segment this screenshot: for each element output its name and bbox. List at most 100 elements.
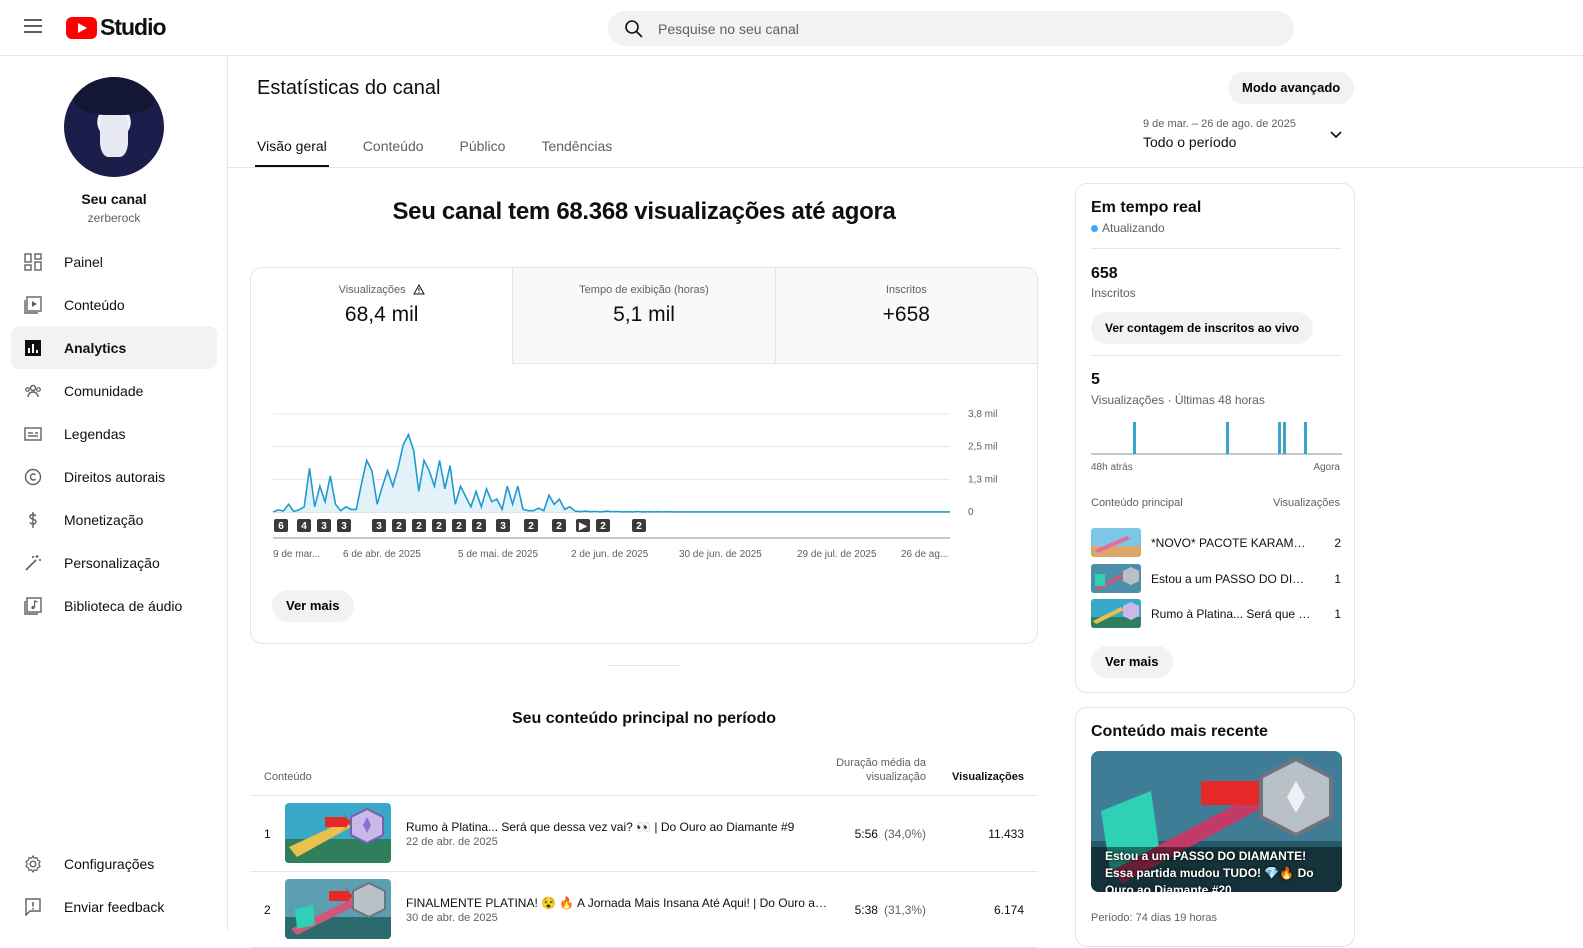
copyright-icon [23,467,43,487]
metric-views[interactable]: Visualizações 68,4 mil [251,268,513,364]
period-selector[interactable]: 9 de mar. – 26 de ago. de 2025 Todo o pe… [1143,118,1343,150]
sidebar-item-label: Comunidade [64,382,144,399]
x-tick-label: 9 de mar... [273,549,320,560]
duration-value: 5:56 [854,827,878,841]
chart-marker-label: 2 [528,521,534,532]
col-duration-header[interactable]: Duração média da visualização [826,756,926,784]
views-value: 11.433 [988,827,1024,841]
sidebar-item-painel[interactable]: Painel [11,240,217,283]
tab-conteudo[interactable]: Conteúdo [363,130,424,168]
dollar-icon [23,510,43,530]
sidebar-item-enviar-feedback[interactable]: Enviar feedback [11,885,217,928]
overview-card: Visualizações 68,4 mil Tempo de exibição… [250,267,1038,644]
video-thumbnail[interactable] [285,879,391,939]
chart-marker-label: 2 [476,521,482,532]
sidebar-item-comunidade[interactable]: Comunidade [11,369,217,412]
sidebar-item-biblioteca-de-audio[interactable]: Biblioteca de áudio [11,584,217,627]
sidebar-item-label: Direitos autorais [64,468,166,485]
y-tick-label: 0 [968,507,974,518]
tab-visao-geral[interactable]: Visão geral [255,130,329,168]
channel-handle: zerberock [87,211,141,225]
content-icon [23,295,43,315]
sidebar-item-personalizacao[interactable]: Personalização [11,541,217,584]
sidebar-item-analytics[interactable]: Analytics [11,326,217,369]
overview-headline: Seu canal tem 68.368 visualizações até a… [392,198,896,225]
recent-video-thumbnail[interactable]: Estou a um PASSO DO DIAMANTE! Essa parti… [1091,751,1342,892]
search-icon [625,20,643,38]
realtime-bar [1133,422,1136,454]
chart-marker-label: 2 [456,521,462,532]
x-tick-label: 29 de jul. de 2025 [797,549,877,560]
tab-tendencias[interactable]: Tendências [541,130,612,168]
period-range: 9 de mar. – 26 de ago. de 2025 [1143,118,1296,130]
search-input[interactable] [658,11,1258,46]
search-bar[interactable] [608,11,1294,46]
advanced-mode-button[interactable]: Modo avançado [1228,72,1355,104]
dashboard-icon [23,252,43,272]
sidebar-item-label: Analytics [64,339,127,356]
sidebar-item-label: Legendas [64,425,126,442]
list-item[interactable]: Rumo à Platina... Será que dessa vez vai… [1091,599,1341,629]
live-subscriber-count-button[interactable]: Ver contagem de inscritos ao vivo [1091,312,1314,344]
x-tick-label: 26 de ag... [901,549,948,560]
views-chart[interactable]: 01,3 mil2,5 mil3,8 mil6 4 3 3 3 2 2 2 2 2 3 2 2 ▶ 2 29 … [251,364,1038,574]
sidebar-item-monetizacao[interactable]: Monetização [11,498,217,541]
axis-start-label: 48h atrás [1091,462,1133,473]
channel-avatar[interactable] [64,77,164,177]
page-title: Estatísticas do canal [257,77,441,99]
metric-label: Visualizações [338,284,406,296]
see-more-button[interactable]: Ver mais [1091,646,1173,678]
table-row[interactable]: 2 FINALMENTE PLATINA! 😵 🔥 A Jornada Mais… [250,872,1038,948]
realtime-views-value: 5 [1091,371,1100,388]
avg-duration: 5:38 (31,3%) [855,903,926,917]
header-divider [228,167,1583,168]
metrics-row: Visualizações 68,4 mil Tempo de exibição… [251,268,1037,364]
video-date: 30 de abr. de 2025 [406,912,498,924]
video-thumbnail[interactable] [285,803,391,863]
list-item[interactable]: Estou a um PASSO DO DIAMANTE! 1 [1091,564,1341,594]
chart-marker-label: 2 [416,521,422,532]
studio-logo[interactable]: Studio [66,14,167,41]
video-title[interactable]: FINALMENTE PLATINA! 😵 🔥 A Jornada Mais I… [406,896,831,910]
sidebar-item-conteudo[interactable]: Conteúdo [11,283,217,326]
sidebar-item-legendas[interactable]: Legendas [11,412,217,455]
realtime-bar-chart[interactable] [1091,418,1342,456]
sidebar-item-label: Biblioteca de áudio [64,597,183,614]
video-title[interactable]: Rumo à Platina... Será que dessa vez vai… [406,820,831,834]
list-item[interactable]: *NOVO* PACOTE KARAMBIT DO VALORANT 2 [1091,528,1341,558]
realtime-subs-label: Inscritos [1091,286,1136,300]
table-row[interactable]: 1 Rumo à Platina... Será que dessa vez v… [250,796,1038,872]
sidebar-item-configuracoes[interactable]: Configurações [11,842,217,885]
community-icon [23,381,43,401]
menu-icon[interactable] [24,19,42,33]
sidebar-item-label: Enviar feedback [64,898,165,915]
recent-period: Período: 74 dias 19 horas [1091,912,1217,924]
realtime-bar [1278,422,1281,454]
chart-marker-label: 6 [278,521,284,532]
sidebar: Seu canal zerberock Painel Conteúdo Anal… [0,56,228,930]
chart-marker-label: 3 [321,521,327,532]
chart-marker-label: 3 [376,521,382,532]
y-tick-label: 1,3 mil [968,474,997,485]
sidebar-item-direitos-autorais[interactable]: Direitos autorais [11,455,217,498]
realtime-subs-value: 658 [1091,265,1118,282]
see-more-button[interactable]: Ver mais [272,590,354,622]
top-bar: Studio [0,0,1583,56]
realtime-status: Atualizando [1091,221,1165,235]
divider [1091,355,1341,356]
recent-content-title: Conteúdo mais recente [1091,723,1268,740]
video-thumbnail [1091,599,1141,628]
avg-duration: 5:56 (34,0%) [855,827,926,841]
metric-watch-time[interactable]: Tempo de exibição (horas) 5,1 mil [512,268,775,364]
feedback-icon [23,897,43,917]
realtime-card: Em tempo real Atualizando 658 Inscritos … [1075,183,1355,693]
chart-marker-label: 2 [600,521,606,532]
status-text: Atualizando [1102,221,1165,235]
col-views-header[interactable]: Visualizações [952,771,1024,783]
metric-subscribers[interactable]: Inscritos +658 [774,268,1037,364]
metric-label: Tempo de exibição (horas) [579,284,709,296]
tab-publico[interactable]: Público [460,130,506,168]
y-tick-label: 3,8 mil [968,409,997,420]
studio-logo-text: Studio [100,14,167,40]
recent-content-card: Conteúdo mais recente Estou a um PASSO D… [1075,707,1355,947]
